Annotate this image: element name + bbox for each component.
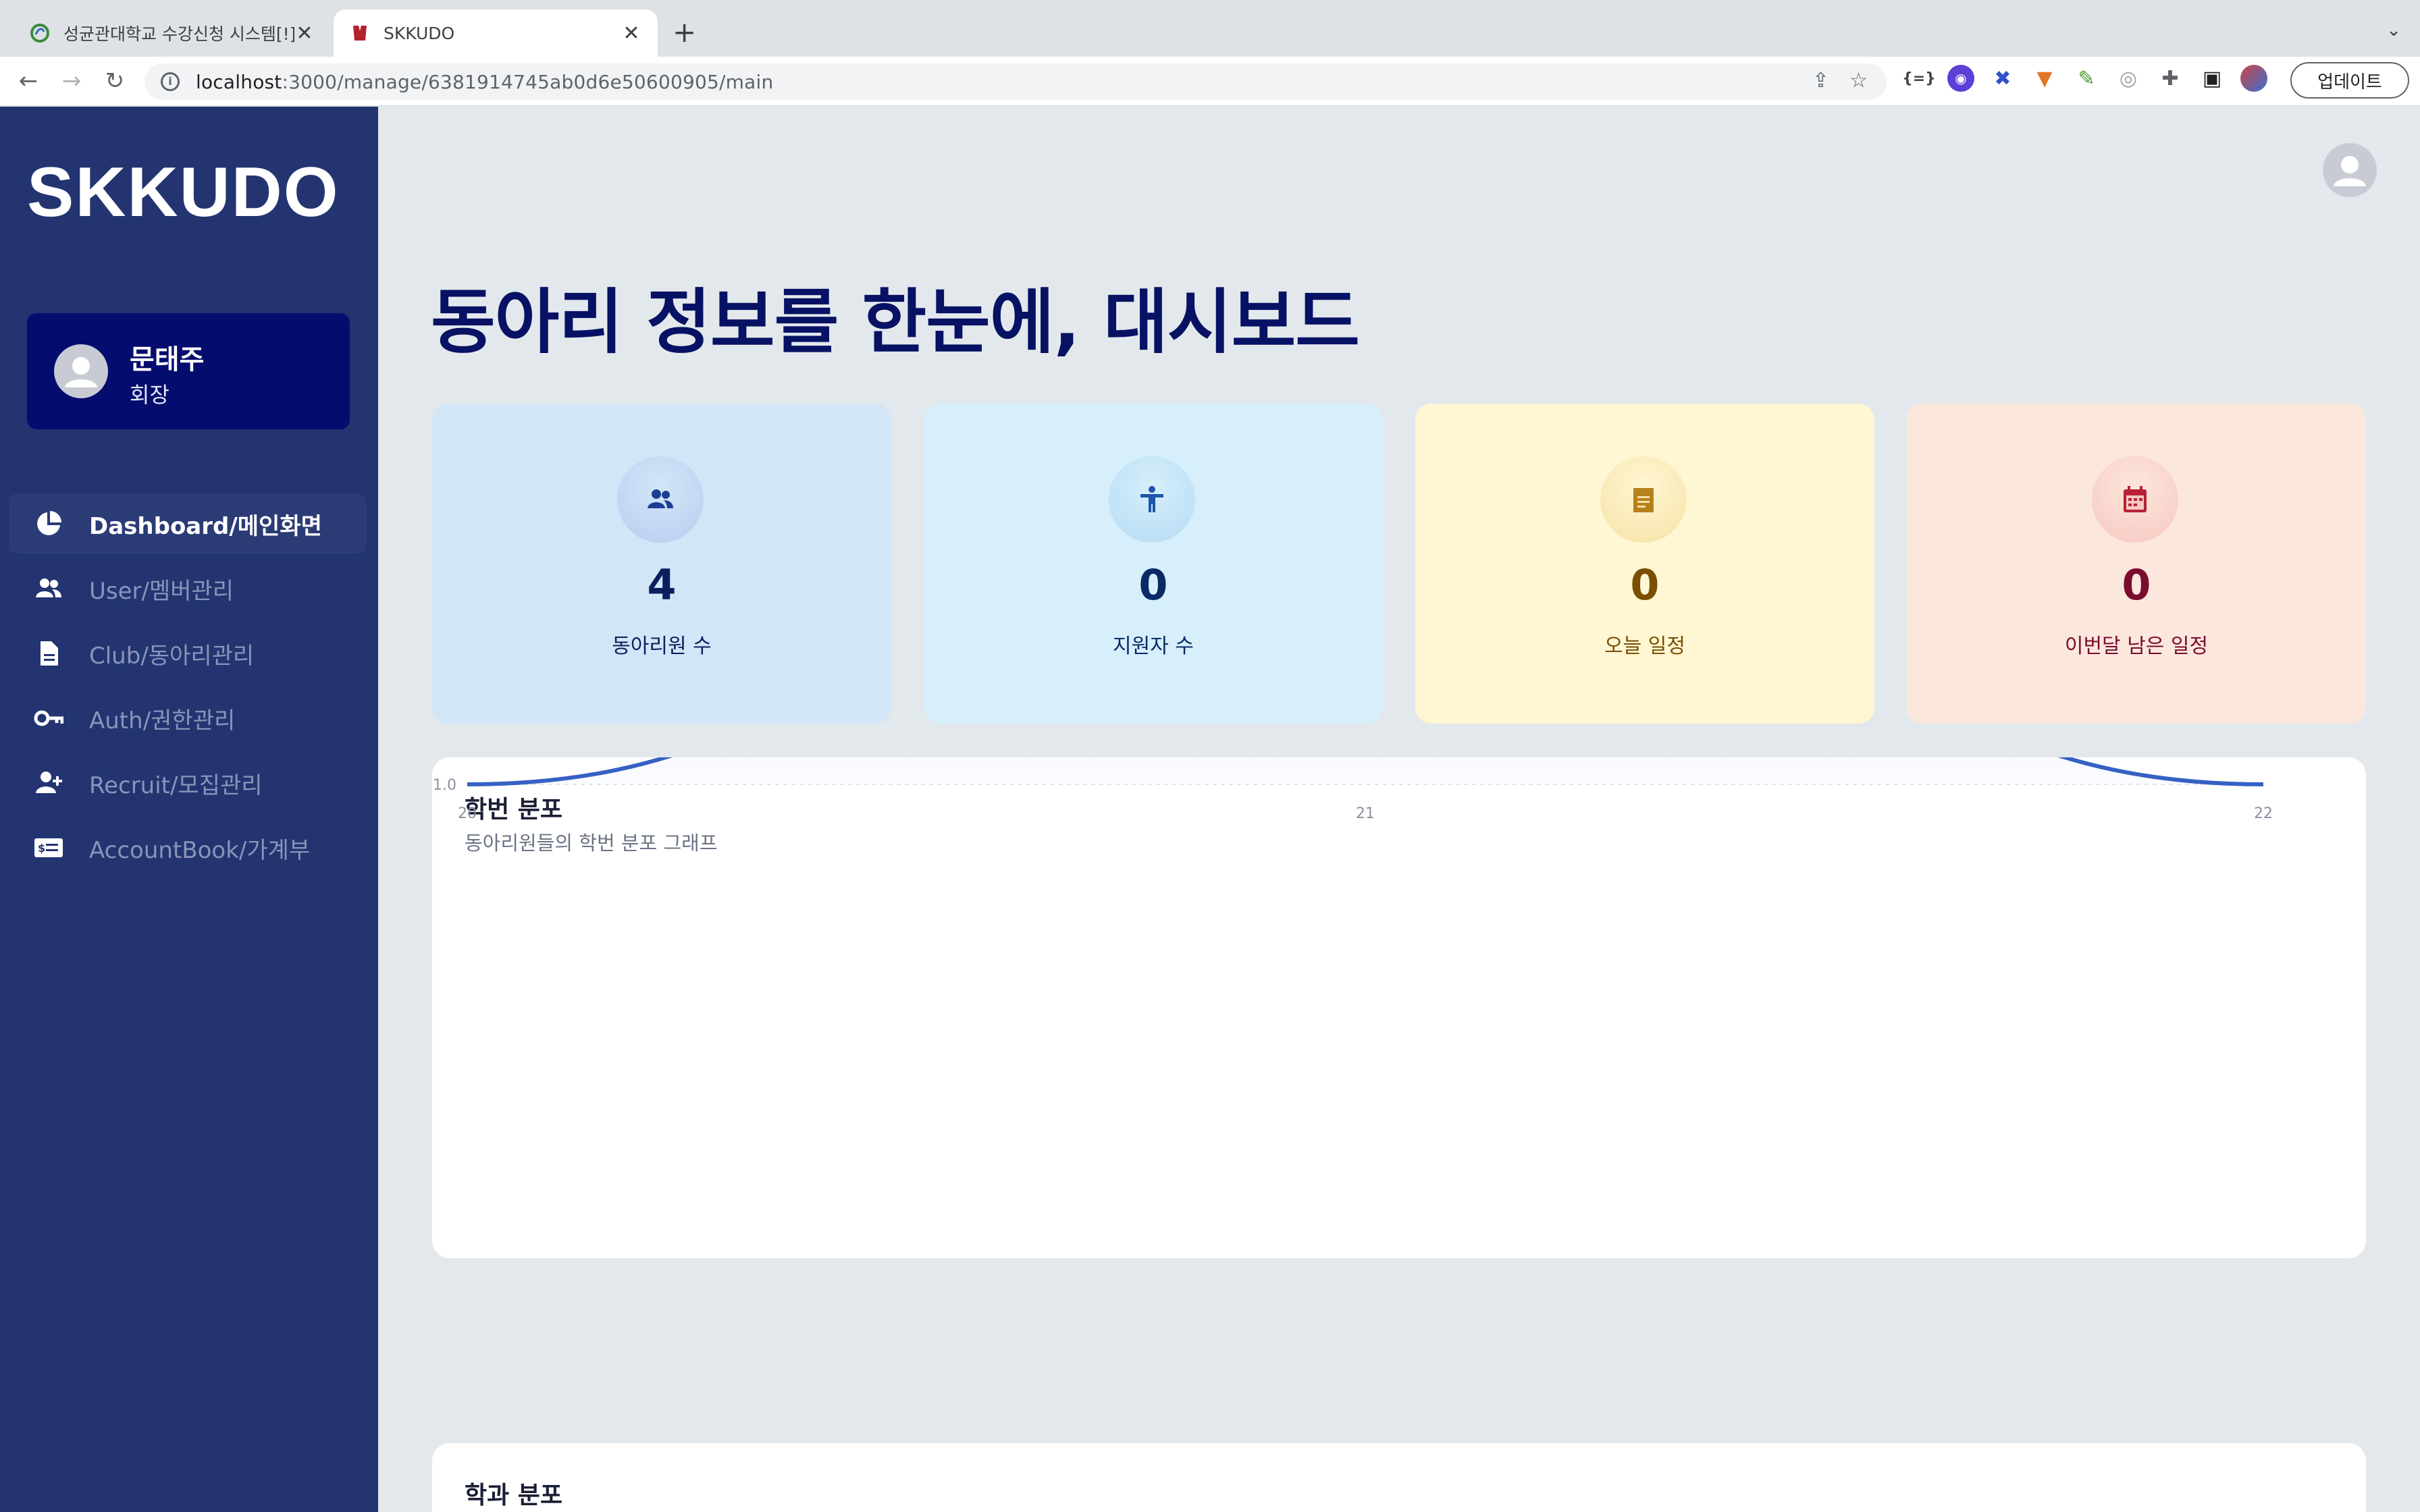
sidebar-item-club[interactable]: Club/동아리관리 [9, 624, 366, 683]
year-distribution-chart: 1.01.21.41.61.82.02.2202122 [433, 757, 2273, 822]
x-tick-label: 20 [458, 805, 477, 822]
new-tab-icon[interactable]: + [673, 18, 696, 47]
sidebar-nav: Dashboard/메인화면 User/멤버관리 Club/동아리관리 Auth… [9, 494, 366, 883]
clipboard-icon [1600, 456, 1687, 543]
site-info-icon[interactable]: i [161, 72, 180, 91]
sidebar-item-label: Recruit/모집관리 [89, 772, 263, 799]
stat-label: 오늘 일정 [1604, 634, 1685, 658]
close-tab-icon[interactable]: ✕ [294, 22, 315, 45]
tab-skkudo[interactable]: SKKUDO ✕ [334, 9, 658, 57]
extension-circle-icon[interactable]: ◉ [1947, 65, 1974, 92]
chart-title: 학과 분포 [465, 1482, 563, 1509]
department-distribution-card: 학과 분포 [432, 1443, 2366, 1512]
group-icon [617, 456, 704, 543]
main-content: 동아리 정보를 한눈에, 대시보드 4 동아리원 수 0 지원자 수 0 오늘 … [378, 107, 2420, 1512]
url-text: localhost:3000/manage/6381914745ab0d6e50… [196, 70, 774, 93]
y-tick-label: 1.0 [433, 777, 456, 794]
sidebar-item-label: User/멤버관리 [89, 577, 234, 605]
sidebar-item-label: Dashboard/메인화면 [89, 512, 322, 540]
accessibility-icon [1109, 456, 1195, 543]
sidebar-item-accountbook[interactable]: $ AccountBook/가계부 [9, 818, 366, 878]
sidebar-item-dashboard[interactable]: Dashboard/메인화면 [9, 494, 366, 554]
stat-value: 0 [1630, 560, 1660, 610]
user-name: 문태주 [130, 344, 205, 375]
app-logo[interactable]: SKKUDO [27, 153, 340, 233]
skkudo-favicon-icon [350, 23, 370, 43]
metamask-fox-icon[interactable]: ▼ [2031, 65, 2058, 92]
puzzle-extensions-icon[interactable]: ✚ [2157, 65, 2184, 92]
stat-value: 0 [2122, 560, 2151, 610]
stat-label: 동아리원 수 [612, 634, 712, 658]
stat-label: 이번달 남은 일정 [2064, 634, 2209, 658]
forward-arrow-icon[interactable]: → [57, 66, 86, 96]
document-icon [34, 639, 63, 668]
reload-icon[interactable]: ↻ [100, 66, 130, 96]
user-role: 회장 [130, 382, 169, 408]
people-icon [34, 574, 63, 603]
extensions-area: {=} ◉ ✖ ▼ ✎ ◎ ✚ ▣ [1902, 65, 2267, 92]
x-tick-label: 21 [1356, 805, 1375, 822]
tab-title: SKKUDO [384, 23, 455, 43]
x-tick-label: 22 [2254, 805, 2273, 822]
sidebar: SKKUDO 문태주 회장 Dashboard/메인화면 User/멤버관리 C… [0, 107, 378, 1512]
sidebar-item-label: Club/동아리관리 [89, 642, 255, 670]
json-extension-icon[interactable]: {=} [1902, 65, 1936, 92]
browser-tab-bar: 성균관대학교 수강신청 시스템[!] ✕ SKKUDO ✕ + ⌄ [0, 0, 2420, 57]
page-title: 동아리 정보를 한눈에, 대시보드 [431, 281, 1360, 363]
address-bar[interactable]: i localhost:3000/manage/6381914745ab0d6e… [144, 63, 1887, 100]
sidebar-item-auth[interactable]: Auth/권한관리 [9, 688, 366, 748]
stat-card-applicants: 0 지원자 수 [924, 404, 1383, 724]
user-avatar-icon [54, 344, 108, 398]
stat-value: 4 [647, 560, 677, 610]
sidebar-item-recruit[interactable]: Recruit/모집관리 [9, 753, 366, 813]
money-card-icon: $ [34, 833, 63, 863]
share-icon[interactable]: ⇪ [1812, 69, 1829, 92]
sidebar-item-label: Auth/권한관리 [89, 707, 236, 734]
extension-cross-icon[interactable]: ✖ [1989, 65, 2016, 92]
year-distribution-card: 학번 분포 동아리원들의 학번 분포 그래프 1.01.21.41.61.82.… [432, 757, 2366, 1258]
compass-icon[interactable]: ◎ [2115, 65, 2142, 92]
side-panel-icon[interactable]: ▣ [2199, 65, 2226, 92]
tab-sugang[interactable]: 성균관대학교 수강신청 시스템[!] ✕ [14, 9, 331, 57]
pie-chart-icon [34, 509, 63, 539]
stat-card-today-schedule: 0 오늘 일정 [1415, 404, 1874, 724]
calendar-icon [2092, 456, 2178, 543]
tab-title: 성균관대학교 수강신청 시스템[!] [63, 24, 294, 44]
update-button[interactable]: 업데이트 [2290, 62, 2409, 99]
stat-card-members: 4 동아리원 수 [432, 404, 891, 724]
person-add-icon [34, 768, 63, 798]
back-arrow-icon[interactable]: ← [14, 66, 43, 96]
user-card: 문태주 회장 [27, 313, 350, 429]
close-tab-icon[interactable]: ✕ [621, 22, 641, 45]
skku-favicon-icon [30, 23, 50, 43]
svg-text:$: $ [38, 842, 45, 855]
series-area [467, 757, 2263, 784]
profile-avatar[interactable] [2240, 65, 2267, 92]
tab-search-chevron-icon[interactable]: ⌄ [2386, 20, 2401, 40]
stat-label: 지원자 수 [1113, 634, 1194, 658]
sidebar-item-users[interactable]: User/멤버관리 [9, 559, 366, 618]
bookmark-star-icon[interactable]: ☆ [1849, 69, 1868, 92]
eyedropper-icon[interactable]: ✎ [2073, 65, 2100, 92]
stat-card-month-schedule: 0 이번달 남은 일정 [1907, 404, 2366, 724]
sidebar-item-label: AccountBook/가계부 [89, 836, 311, 864]
account-avatar-icon[interactable] [2323, 143, 2377, 197]
stat-value: 0 [1138, 560, 1168, 610]
key-icon [34, 703, 63, 733]
